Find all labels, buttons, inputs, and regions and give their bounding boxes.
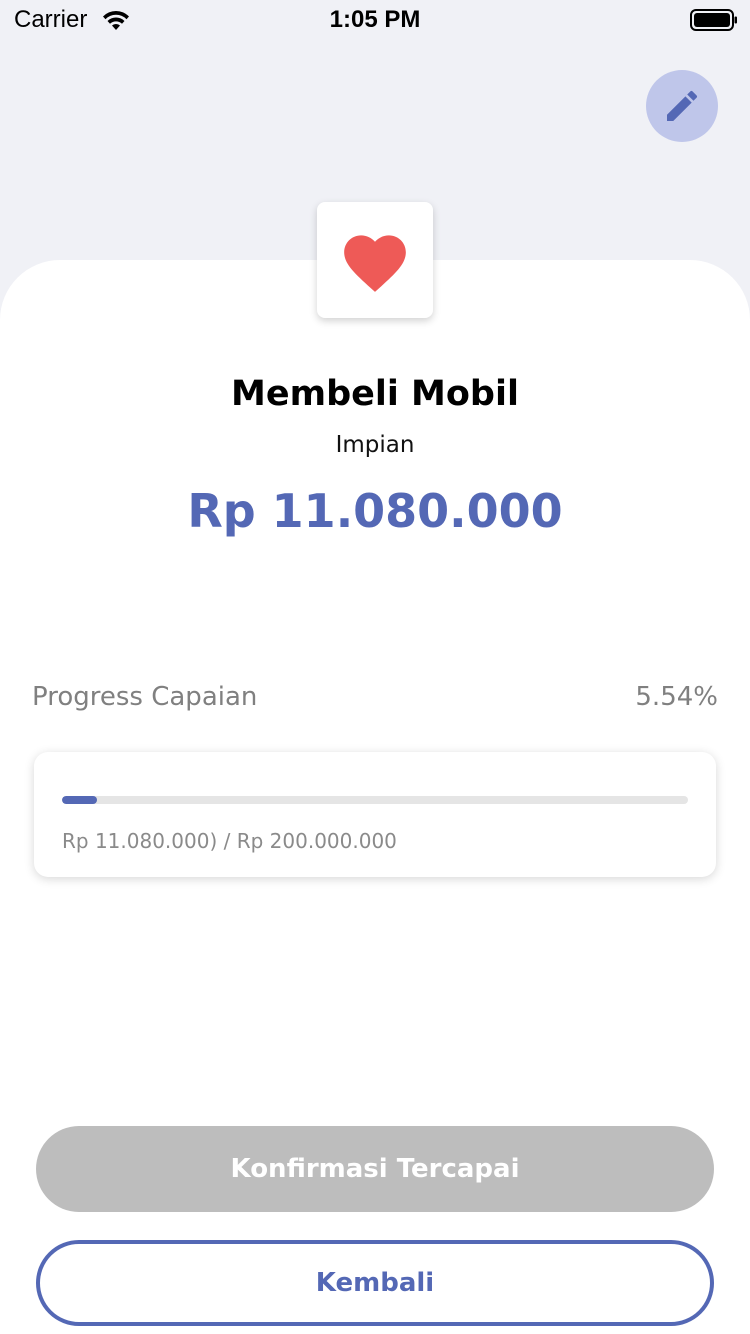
progress-card: Rp 11.080.000) / Rp 200.000.000 [34, 752, 716, 877]
pencil-icon [667, 90, 698, 121]
progress-detail: Rp 11.080.000) / Rp 200.000.000 [62, 829, 397, 853]
goal-title: Membeli Mobil [231, 374, 519, 414]
confirm-achieved-button[interactable]: Konfirmasi Tercapai [36, 1126, 714, 1212]
progress-label: Progress Capaian [32, 682, 258, 712]
progress-fill [62, 796, 97, 804]
status-bar: Carrier 1:05 PM [0, 0, 750, 40]
heart-icon [344, 235, 406, 292]
clock: 1:05 PM [329, 6, 421, 33]
edit-button[interactable] [646, 70, 718, 142]
progress-track [62, 796, 688, 804]
goal-category: Impian [335, 432, 415, 458]
battery-icon [690, 9, 737, 31]
goal-amount: Rp 11.080.000 [187, 484, 563, 538]
back-button[interactable]: Kembali [36, 1240, 714, 1326]
progress-percent: 5.54% [635, 682, 718, 712]
goal-icon-card [317, 202, 433, 318]
